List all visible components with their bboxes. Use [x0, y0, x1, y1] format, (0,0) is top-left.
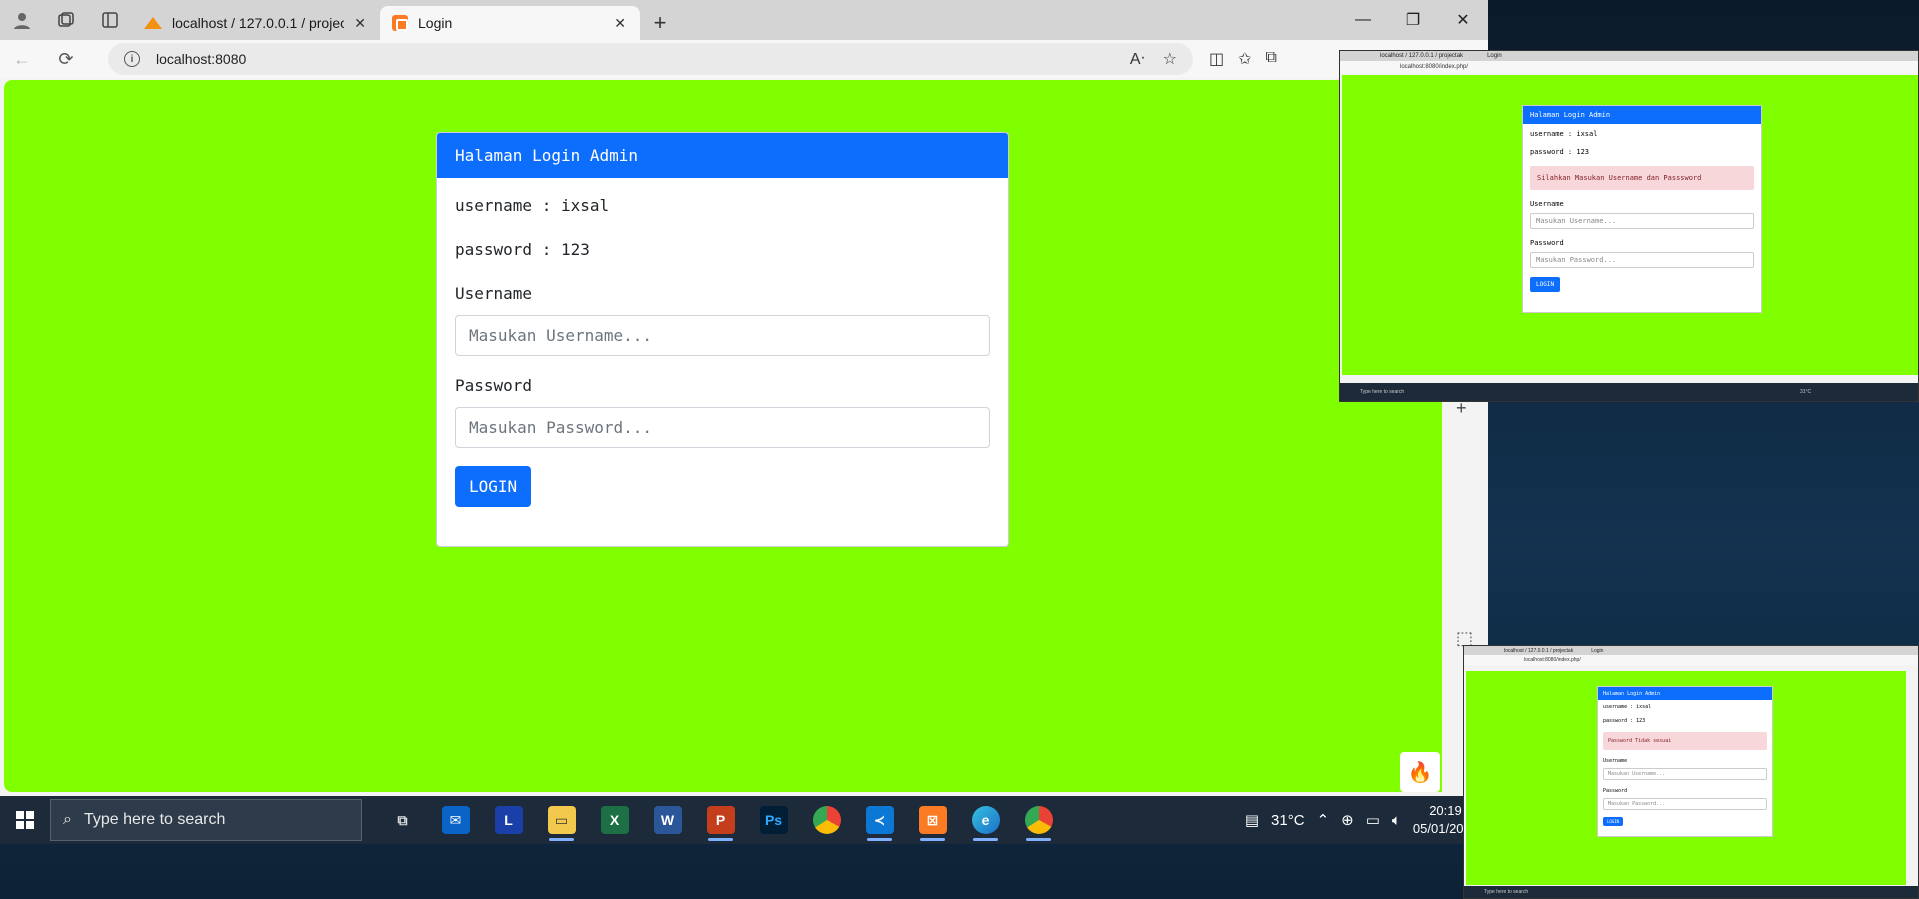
- search-icon: ⌕: [63, 811, 72, 828]
- word-icon[interactable]: W: [641, 796, 694, 844]
- info-icon[interactable]: i: [124, 51, 140, 67]
- excel-icon[interactable]: X: [588, 796, 641, 844]
- refresh-button[interactable]: ⟳: [44, 40, 88, 78]
- thumb-card-header: Halaman Login Admin: [1598, 687, 1772, 700]
- thumb-username-input: Masukan Username...: [1530, 213, 1754, 229]
- task-view-icon[interactable]: ⧉: [376, 796, 429, 844]
- thumb-alert: Silahkan Masukan Username dan Passsword: [1530, 166, 1754, 190]
- thumb-tab: localhost / 127.0.0.1 / projectak: [1504, 647, 1574, 654]
- close-icon[interactable]: ✕: [614, 15, 626, 32]
- powerpoint-icon[interactable]: P: [694, 796, 747, 844]
- thumb-username-label: Username: [1530, 200, 1564, 208]
- login-card: Halaman Login Admin username : ixsal pas…: [436, 132, 1009, 547]
- thumb-tab: Login: [1487, 53, 1502, 59]
- thumb-login-button: LOGIN: [1603, 817, 1624, 826]
- taskbar-search[interactable]: ⌕ Type here to search: [50, 799, 362, 841]
- mail-icon[interactable]: ✉: [429, 796, 482, 844]
- battery-icon[interactable]: ▭: [1366, 811, 1380, 829]
- thumb-search: Type here to search: [1360, 389, 1405, 395]
- weather-icon[interactable]: ▤: [1245, 811, 1259, 829]
- thumb-password-label: Password: [1530, 239, 1564, 247]
- thumb-password-input: Masukan Password...: [1603, 798, 1767, 810]
- photoshop-icon[interactable]: Ps: [747, 796, 800, 844]
- thumb-address: localhost:8080/index.php/: [1340, 61, 1918, 73]
- phpmyadmin-icon: [144, 17, 162, 29]
- workspaces-icon[interactable]: [44, 0, 88, 40]
- browser-toolbar: ← ⟳ i localhost:8080 Aᐧ ☆ ◫ ✩ ⧉: [0, 40, 1488, 78]
- start-button[interactable]: [0, 796, 50, 844]
- read-aloud-icon[interactable]: Aᐧ: [1130, 49, 1145, 69]
- collections-icon[interactable]: ⧉: [1266, 49, 1277, 69]
- tab-login[interactable]: Login ✕: [380, 6, 640, 40]
- screenshot-thumbnail-1[interactable]: localhost / 127.0.0.1 / projectak Login …: [1339, 50, 1919, 402]
- thumb-password-input: Masukan Password...: [1530, 252, 1754, 268]
- thumb-username-input: Masukan Username...: [1603, 768, 1767, 780]
- tab-label: localhost / 127.0.0.1 / projectakh: [172, 15, 345, 31]
- favorites-icon[interactable]: ✩: [1238, 49, 1251, 69]
- username-input[interactable]: [455, 315, 990, 356]
- profile-icon[interactable]: [0, 0, 44, 40]
- card-header: Halaman Login Admin: [437, 133, 1008, 178]
- thumb-username-hint: username : ixsal: [1530, 130, 1598, 138]
- thumb-password-hint: password : 123: [1603, 718, 1646, 724]
- login-button[interactable]: LOGIN: [455, 466, 532, 507]
- password-label: Password: [455, 376, 533, 395]
- tab-label: Login: [418, 15, 453, 31]
- windows-icon: [16, 811, 34, 829]
- address-text: localhost:8080: [156, 51, 247, 67]
- split-screen-icon[interactable]: ◫: [1209, 49, 1224, 69]
- launcher-l-icon[interactable]: L: [482, 796, 535, 844]
- thumb-alert: Password Tidak sesuai: [1603, 732, 1767, 750]
- xampp-icon: [392, 15, 408, 31]
- xampp-icon[interactable]: ⊠: [906, 796, 959, 844]
- file-explorer-icon[interactable]: ▭: [535, 796, 588, 844]
- weather-temp[interactable]: 31°C: [1271, 812, 1305, 829]
- thumb-tab: Login: [1591, 647, 1604, 654]
- password-hint: password : 123: [455, 240, 590, 259]
- codeigniter-debug-icon[interactable]: 🔥: [1400, 752, 1440, 792]
- thumb-card-header: Halaman Login Admin: [1523, 106, 1761, 124]
- thumb-password-hint: password : 123: [1530, 148, 1590, 156]
- vscode-icon[interactable]: ≺: [853, 796, 906, 844]
- thumb-search: Type here to search: [1484, 889, 1529, 895]
- favorite-star-icon[interactable]: ☆: [1163, 49, 1177, 69]
- new-tab-button[interactable]: +: [640, 6, 680, 40]
- vertical-tabs-icon[interactable]: [88, 0, 132, 40]
- username-label: Username: [455, 284, 533, 303]
- chevron-up-icon[interactable]: ⌃: [1317, 811, 1330, 829]
- network-icon[interactable]: ⊕: [1341, 811, 1354, 829]
- password-input[interactable]: [455, 407, 990, 448]
- thumb-username-hint: username : ixsal: [1603, 704, 1652, 710]
- back-button[interactable]: ←: [0, 40, 44, 78]
- edge-icon[interactable]: e: [959, 796, 1012, 844]
- taskbar: ⌕ Type here to search ⧉ ✉ L ▭ X W P Ps ≺…: [0, 796, 1488, 844]
- username-hint: username : ixsal: [455, 196, 610, 215]
- thumb-password-label: Password: [1603, 788, 1628, 794]
- address-bar[interactable]: i localhost:8080 Aᐧ ☆: [108, 43, 1193, 75]
- chrome-icon[interactable]: [800, 796, 853, 844]
- tab-strip: localhost / 127.0.0.1 / projectakh ✕ Log…: [0, 0, 1488, 40]
- thumb-tab: localhost / 127.0.0.1 / projectak: [1380, 53, 1464, 59]
- search-placeholder: Type here to search: [83, 811, 226, 828]
- chrome-profile-icon[interactable]: [1012, 796, 1065, 844]
- tab-phpmyadmin[interactable]: localhost / 127.0.0.1 / projectakh ✕: [132, 6, 380, 40]
- thumb-login-button: LOGIN: [1530, 277, 1561, 292]
- thumb-weather: 31°C: [1800, 389, 1812, 395]
- minimize-button[interactable]: —: [1338, 0, 1388, 40]
- restore-button[interactable]: ❐: [1388, 0, 1438, 40]
- thumb-username-label: Username: [1603, 758, 1628, 764]
- close-window-button[interactable]: ✕: [1438, 0, 1488, 40]
- thumb-address: localhost:8080/index.php/: [1464, 655, 1918, 665]
- browser-window: localhost / 127.0.0.1 / projectakh ✕ Log…: [0, 0, 1488, 796]
- volume-icon[interactable]: 🔈︎: [1392, 812, 1401, 829]
- screenshot-thumbnail-2[interactable]: localhost / 127.0.0.1 / projectak Login …: [1463, 645, 1919, 899]
- close-icon[interactable]: ✕: [354, 15, 366, 32]
